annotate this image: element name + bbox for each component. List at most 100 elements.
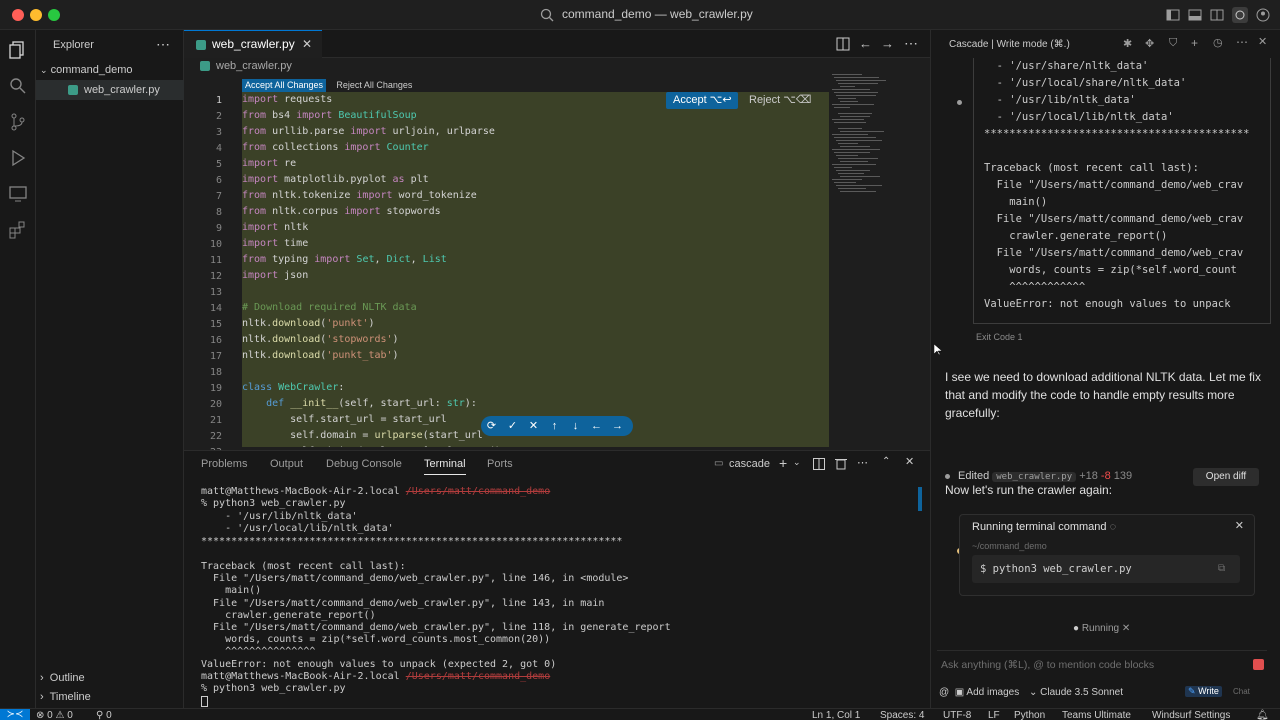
new-chat-icon[interactable]: + (1191, 36, 1198, 50)
copy-icon[interactable]: ⧉ (1218, 563, 1225, 574)
language-mode[interactable]: Python (1014, 710, 1045, 720)
window-title[interactable]: command_demo — web_crawler.py (562, 7, 753, 21)
running-status: ● Running ✕ (1073, 623, 1131, 634)
reject-all-button[interactable]: Reject All Changes (333, 79, 415, 92)
check-icon[interactable]: ✓ (502, 416, 523, 436)
run-debug-icon[interactable] (8, 148, 28, 168)
close-icon[interactable]: ✕ (523, 416, 544, 436)
arrow-up-icon[interactable]: ↑ (544, 416, 565, 436)
timeline-section[interactable]: › Timeline (40, 691, 91, 703)
more-icon[interactable]: ⋯ (1236, 35, 1248, 49)
outline-section[interactable]: › Outline (40, 672, 85, 684)
windsurf-settings[interactable]: Windsurf Settings (1152, 710, 1230, 720)
go-forward-icon[interactable]: → (881, 36, 894, 51)
split-editor-icon[interactable] (836, 37, 850, 51)
step-dot (957, 100, 962, 105)
indentation[interactable]: Spaces: 4 (880, 710, 924, 720)
terminal-name[interactable]: cascade (729, 458, 770, 470)
close-icon[interactable]: ✕ (1258, 35, 1267, 48)
chevron-down-icon: ⌄ (40, 65, 48, 75)
terminal-line: File "/Users/matt/command_demo/web_crawl… (201, 573, 629, 584)
close-panel-icon[interactable]: ✕ (905, 455, 914, 468)
refresh-icon[interactable]: ⟳ (481, 416, 502, 436)
cascade-toggle-icon[interactable] (1232, 7, 1248, 23)
shield-icon[interactable]: ⛉ (1169, 37, 1177, 50)
toggle-sidebar-icon[interactable] (1166, 8, 1180, 22)
history-icon[interactable]: ◷ (1213, 36, 1223, 49)
model-selector[interactable]: ⌄ Claude 3.5 Sonnet (1029, 687, 1123, 698)
maximize-window-button[interactable] (48, 9, 60, 21)
terminal-line: matt@Matthews-MacBook-Air-2.local /Users… (201, 671, 551, 682)
cursor-position[interactable]: Ln 1, Col 1 (812, 710, 860, 720)
breadcrumb[interactable]: web_crawler.py (200, 60, 292, 72)
problems-indicator[interactable]: ⊗ 0 ⚠ 0 (36, 710, 73, 720)
remote-explorer-icon[interactable] (8, 184, 28, 204)
outline-label: Outline (49, 672, 85, 684)
terminal-cursor (201, 696, 208, 707)
add-images-button[interactable]: @ ▣ Add images (939, 687, 1019, 698)
go-back-icon[interactable]: ← (859, 36, 872, 51)
line-number: 7 (215, 191, 222, 202)
tab-terminal[interactable]: Terminal (424, 458, 466, 475)
toggle-panel-icon[interactable] (1188, 8, 1202, 22)
file-web-crawler[interactable]: web_crawler.py (36, 80, 184, 100)
notifications-icon[interactable]: 🔔︎ (1256, 710, 1269, 720)
close-tab-icon[interactable]: ✕ (302, 31, 312, 58)
editor-more-icon[interactable]: ⋯ (904, 35, 918, 52)
tab-problems[interactable]: Problems (201, 458, 247, 470)
split-terminal-icon[interactable] (813, 458, 825, 470)
output-line: File "/Users/matt/command_demo/web_crav (984, 247, 1244, 259)
end-of-line[interactable]: LF (988, 710, 1000, 720)
terminal-line: crawler.generate_report() (201, 610, 376, 621)
terminal-scrollbar[interactable] (918, 487, 922, 511)
close-icon[interactable]: ✕ (1235, 519, 1244, 532)
encoding[interactable]: UTF-8 (943, 710, 971, 720)
line-number: 11 (209, 255, 222, 266)
minimap-line (838, 173, 864, 174)
terminal-dropdown-icon[interactable]: ⌄ (793, 457, 801, 468)
tab-ports[interactable]: Ports (487, 458, 513, 470)
accept-all-button[interactable]: Accept All Changes (242, 79, 327, 92)
layout-icon[interactable] (1210, 8, 1224, 22)
line-number: 4 (215, 143, 222, 154)
remote-indicator[interactable]: ≻≺ (0, 709, 30, 720)
tab-debug-console[interactable]: Debug Console (326, 458, 402, 470)
stop-icon[interactable]: ✕ (1122, 623, 1130, 634)
explorer-icon[interactable] (8, 40, 28, 60)
plan-indicator[interactable]: Teams Ultimate (1062, 710, 1131, 720)
stop-button[interactable] (1253, 659, 1264, 670)
more-actions-icon[interactable]: ⋯ (156, 36, 170, 53)
trash-icon[interactable] (835, 457, 847, 470)
write-mode-button[interactable]: ✎ Write (1185, 686, 1222, 697)
new-terminal-icon[interactable]: + (779, 455, 787, 471)
arrow-right-icon[interactable]: → (607, 416, 628, 436)
arrow-left-icon[interactable]: ← (586, 416, 607, 436)
search-icon[interactable] (540, 8, 554, 22)
folder-command-demo[interactable]: ⌄ command_demo (36, 60, 184, 80)
minimap[interactable] (832, 74, 926, 374)
close-window-button[interactable] (12, 9, 24, 21)
terminal-line: words, counts = zip(*self.word_counts.mo… (201, 634, 551, 645)
code-line: import re (242, 158, 297, 169)
tab-web-crawler[interactable]: web_crawler.py ✕ (184, 30, 322, 58)
chat-mode-button[interactable]: Chat (1233, 687, 1250, 696)
minimap-line (832, 104, 874, 105)
account-icon[interactable] (1256, 8, 1270, 22)
code-line: import time (242, 238, 309, 249)
maximize-panel-icon[interactable]: ⌃ (882, 456, 890, 467)
minimize-window-button[interactable] (30, 9, 42, 21)
code-line: # Download required NLTK data (242, 302, 417, 313)
search-sidebar-icon[interactable] (8, 76, 28, 96)
arrow-down-icon[interactable]: ↓ (565, 416, 586, 436)
accept-button[interactable]: Accept ⌥↩ (666, 92, 738, 109)
extensions-icon[interactable] (8, 220, 28, 240)
more-icon[interactable]: ⋯ (857, 456, 868, 469)
chat-input[interactable]: Ask anything (⌘L), @ to mention code blo… (941, 659, 1154, 671)
ports-indicator[interactable]: ⚲ 0 (96, 710, 112, 720)
code-diff-area[interactable]: import requests from bs4 import Beautifu… (242, 92, 829, 447)
tab-output[interactable]: Output (270, 458, 303, 470)
bug-icon[interactable]: ✱ (1123, 37, 1132, 50)
tools-icon[interactable]: ✥ (1145, 37, 1154, 50)
reject-button[interactable]: Reject ⌥⌫ (742, 92, 818, 109)
source-control-icon[interactable] (8, 112, 28, 132)
